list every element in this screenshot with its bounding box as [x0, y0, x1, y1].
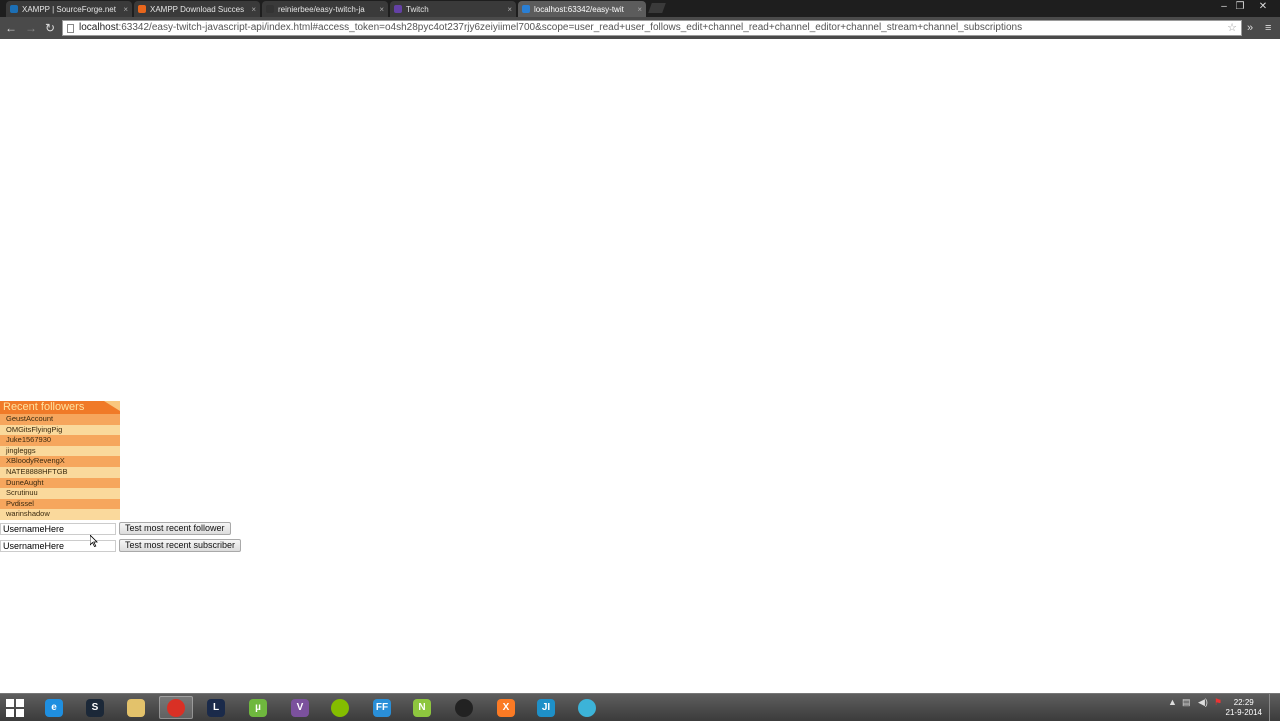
- minimize-icon[interactable]: –: [1216, 0, 1232, 14]
- webstorm-icon: [522, 5, 530, 13]
- tab-localhost[interactable]: localhost:63342/easy-twit ×: [518, 1, 646, 17]
- show-hidden-icons-icon[interactable]: ▲: [1168, 697, 1177, 707]
- volume-icon[interactable]: ◀): [1198, 697, 1208, 708]
- sourceforge-icon: [10, 5, 18, 13]
- viber-icon: V: [291, 698, 309, 717]
- notepad-plus-icon: N: [413, 698, 431, 717]
- close-icon[interactable]: ×: [123, 5, 128, 14]
- taskbar-notepad-plus-button[interactable]: N: [405, 696, 439, 719]
- taskbar-network-app-button[interactable]: [570, 696, 604, 719]
- follower-item: NATE8888HFTGB: [0, 466, 120, 478]
- restore-icon[interactable]: ❐: [1232, 0, 1248, 14]
- tab-github-repo[interactable]: reinierbee/easy-twitch-ja ×: [262, 1, 388, 17]
- taskbar-webstorm-button[interactable]: JI: [529, 696, 563, 719]
- close-icon[interactable]: ×: [379, 5, 384, 14]
- browser-toolbar: ← → ↻ localhost:63342/easy-twitch-javasc…: [0, 17, 1280, 39]
- tab-title: XAMPP Download Succes: [150, 4, 245, 14]
- follower-item: Scrutinuu: [0, 488, 120, 499]
- close-icon[interactable]: ×: [637, 5, 642, 14]
- reload-icon[interactable]: ↻: [42, 20, 58, 36]
- bookmark-star-icon[interactable]: ☆: [1227, 21, 1237, 35]
- new-tab-button[interactable]: [648, 3, 666, 13]
- xampp-icon: [138, 5, 146, 13]
- system-clock[interactable]: 22:29 21-9-2014: [1226, 698, 1262, 718]
- tab-xampp-download[interactable]: XAMPP Download Succes ×: [134, 1, 260, 17]
- github-icon: [266, 5, 274, 13]
- league-of-legends-icon: L: [207, 698, 225, 717]
- test-subscriber-button[interactable]: Test most recent subscriber: [119, 539, 242, 552]
- taskbar-file-explorer-button[interactable]: [119, 696, 153, 719]
- extensions-overflow-icon[interactable]: »: [1247, 20, 1253, 36]
- utorrent-icon: µ: [249, 698, 267, 717]
- follower-test-form: Test most recent follower: [0, 522, 231, 535]
- forward-arrow-icon[interactable]: →: [23, 20, 39, 36]
- network-app-icon: [578, 698, 596, 717]
- show-desktop-button[interactable]: [1269, 694, 1280, 721]
- back-arrow-icon[interactable]: ←: [3, 20, 19, 36]
- tab-title: reinierbee/easy-twitch-ja: [278, 4, 365, 14]
- taskbar-ff-app-button[interactable]: FF: [365, 696, 399, 719]
- followers-list: GeustAccount OMGitsFlyingPig Juke1567930…: [0, 414, 120, 520]
- follower-item: Pvdissel: [0, 498, 120, 510]
- close-icon[interactable]: ×: [507, 5, 512, 14]
- recent-followers-panel: Recent followers GeustAccount OMGitsFlyi…: [0, 401, 120, 520]
- address-bar[interactable]: localhost:63342/easy-twitch-javascript-a…: [62, 20, 1242, 36]
- follower-item: OMGitsFlyingPig: [0, 424, 120, 436]
- follower-username-input[interactable]: [0, 522, 116, 535]
- clock-date: 21-9-2014: [1225, 708, 1262, 717]
- obs-icon: [455, 698, 473, 717]
- page-icon: [67, 24, 74, 33]
- taskbar-league-of-legends-button[interactable]: L: [199, 696, 233, 719]
- network-icon[interactable]: ▤: [1182, 697, 1191, 708]
- close-window-icon[interactable]: ✕: [1255, 0, 1271, 14]
- start-button-windows-icon[interactable]: [6, 699, 24, 717]
- taskbar-utorrent-button[interactable]: µ: [241, 696, 275, 719]
- tab-twitch[interactable]: Twitch ×: [390, 1, 516, 17]
- action-center-flag-icon[interactable]: ⚑: [1214, 697, 1222, 708]
- follower-item: warinshadow: [0, 509, 120, 520]
- taskbar-xampp-button[interactable]: X: [489, 696, 523, 719]
- file-explorer-icon: [127, 698, 145, 717]
- clock-time: 22:29: [1233, 698, 1254, 707]
- tab-xampp-sourceforge[interactable]: XAMPP | SourceForge.net ×: [6, 1, 132, 17]
- tab-title: Twitch: [406, 4, 429, 14]
- spotify-icon: [331, 698, 349, 717]
- taskbar-internet-explorer-button[interactable]: e: [37, 696, 71, 719]
- browser-tab-strip: XAMPP | SourceForge.net × XAMPP Download…: [0, 0, 1280, 17]
- taskbar-obs-button[interactable]: [447, 696, 481, 719]
- url-path: :63342/easy-twitch-javascript-api/index.…: [118, 22, 1023, 33]
- xampp-icon: X: [497, 698, 515, 717]
- subscriber-test-form: Test most recent subscriber: [0, 539, 242, 552]
- taskbar-spotify-button[interactable]: [323, 696, 357, 719]
- url-host: localhost: [79, 22, 119, 33]
- followers-header: Recent followers: [0, 401, 120, 414]
- follower-item: XBloodyRevengX: [0, 456, 120, 467]
- internet-explorer-icon: e: [45, 698, 63, 717]
- follower-item: Juke1567930: [0, 435, 120, 446]
- windows-taskbar: e S Lµ V FF N X JI ▲ ▤ ◀) ⚑ 22:29 21-9-2014: [0, 693, 1280, 721]
- followers-title: Recent followers: [3, 401, 85, 413]
- header-corner-decoration: [104, 401, 120, 411]
- subscriber-username-input[interactable]: [0, 539, 116, 552]
- chrome-icon: [167, 698, 185, 717]
- tab-title: localhost:63342/easy-twit: [534, 4, 624, 14]
- webstorm-icon: JI: [537, 698, 555, 717]
- taskbar-chrome-button[interactable]: [159, 696, 193, 719]
- menu-icon[interactable]: ≡: [1265, 20, 1271, 36]
- close-icon[interactable]: ×: [251, 5, 256, 14]
- taskbar-steam-button[interactable]: S: [78, 696, 112, 719]
- twitch-icon: [394, 5, 402, 13]
- taskbar-viber-button[interactable]: V: [283, 696, 317, 719]
- ff-app-icon: FF: [373, 698, 391, 717]
- follower-item: DuneAught: [0, 477, 120, 489]
- follower-item: jingleggs: [0, 445, 120, 457]
- test-follower-button[interactable]: Test most recent follower: [119, 522, 231, 535]
- steam-icon: S: [86, 698, 104, 717]
- tab-title: XAMPP | SourceForge.net: [22, 4, 116, 14]
- follower-item: GeustAccount: [0, 414, 120, 425]
